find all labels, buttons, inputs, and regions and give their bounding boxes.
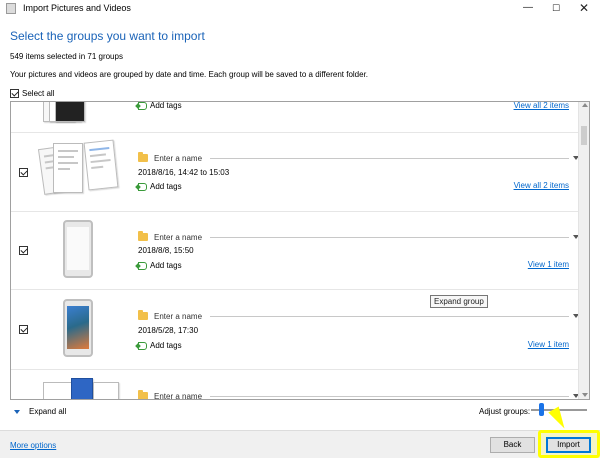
- back-button[interactable]: Back: [490, 437, 535, 453]
- expand-group-tooltip: Expand group: [430, 295, 488, 308]
- more-options-link[interactable]: More options: [10, 441, 56, 450]
- import-button[interactable]: Import: [546, 437, 591, 453]
- folder-icon: [138, 310, 148, 320]
- selection-count: 549 items selected in 71 groups: [10, 52, 123, 61]
- name-underline: [210, 157, 569, 159]
- view-items-link[interactable]: View all 2 items: [514, 102, 569, 110]
- page-heading: Select the groups you want to import: [10, 29, 205, 43]
- group-name-placeholder: Enter a name: [154, 391, 203, 400]
- group-list: Add tags View all 2 items Enter a name 2…: [10, 101, 590, 400]
- add-tags[interactable]: Add tags: [138, 182, 182, 191]
- window-title: Import Pictures and Videos: [23, 3, 131, 13]
- adjust-groups-label: Adjust groups:: [479, 407, 531, 416]
- group-checkbox[interactable]: [19, 246, 28, 255]
- group-name-field[interactable]: Enter a name: [138, 310, 579, 322]
- folder-icon: [138, 152, 148, 162]
- phone-screen: [67, 306, 89, 349]
- expand-all-button[interactable]: Expand all: [14, 407, 66, 416]
- minimize-button[interactable]: —: [513, 0, 543, 17]
- add-tags-label: Add tags: [150, 182, 182, 191]
- group-date: 2018/8/16, 14:42 to 15:03: [138, 168, 230, 177]
- scroll-thumb[interactable]: [581, 126, 587, 145]
- group-name-placeholder: Enter a name: [154, 232, 203, 242]
- group-name-field[interactable]: Enter a name: [138, 231, 579, 243]
- title-bar: Import Pictures and Videos — ☐ ✕: [0, 0, 600, 17]
- view-items-link[interactable]: View all 2 items: [514, 181, 569, 190]
- group-row: Enter a name 2018/5/28, 17:30 Add tags V…: [11, 290, 579, 370]
- group-row: Add tags View all 2 items: [11, 101, 579, 133]
- group-name-placeholder: Enter a name: [154, 153, 203, 163]
- scroll-down-icon[interactable]: [582, 393, 588, 397]
- group-row: Enter a name: [11, 370, 579, 400]
- scroll-up-icon[interactable]: [582, 103, 588, 107]
- tag-icon: [138, 261, 147, 270]
- group-row: Enter a name 2018/8/16, 14:42 to 15:03 A…: [11, 133, 579, 212]
- name-underline: [210, 315, 569, 317]
- phone-screen: [67, 227, 89, 270]
- tag-icon: [138, 182, 147, 191]
- tag-icon: [138, 102, 147, 110]
- group-name-placeholder: Enter a name: [154, 311, 203, 321]
- close-button[interactable]: ✕: [569, 0, 599, 17]
- expand-all-label: Expand all: [29, 407, 67, 416]
- folder-icon: [138, 231, 148, 241]
- name-underline: [210, 395, 569, 397]
- select-all-checkbox[interactable]: Select all: [10, 89, 54, 98]
- maximize-button[interactable]: ☐: [541, 0, 571, 17]
- group-checkbox[interactable]: [19, 168, 28, 177]
- vertical-scrollbar[interactable]: [578, 102, 589, 399]
- tag-icon: [138, 341, 147, 350]
- add-tags[interactable]: Add tags: [138, 341, 182, 350]
- add-tags-label: Add tags: [150, 261, 182, 270]
- add-tags[interactable]: Add tags: [138, 101, 182, 110]
- select-all-label: Select all: [22, 89, 55, 98]
- grouping-description: Your pictures and videos are grouped by …: [10, 70, 369, 79]
- group-name-field[interactable]: Enter a name: [138, 390, 579, 400]
- slider-handle[interactable]: [539, 403, 544, 416]
- folder-icon: [138, 390, 148, 399]
- checkbox-icon[interactable]: [10, 89, 19, 98]
- add-tags-label: Add tags: [150, 101, 182, 110]
- group-checkbox[interactable]: [19, 325, 28, 334]
- group-name-field[interactable]: Enter a name: [138, 152, 579, 164]
- view-items-link[interactable]: View 1 item: [528, 340, 569, 349]
- add-tags-label: Add tags: [150, 341, 182, 350]
- group-row: Enter a name 2018/8/8, 15:50 Add tags Vi…: [11, 212, 579, 290]
- chevron-down-icon: [14, 409, 20, 414]
- group-date: 2018/5/28, 17:30: [138, 326, 199, 335]
- app-icon: [6, 3, 16, 14]
- group-date: 2018/8/8, 15:50: [138, 246, 194, 255]
- add-tags[interactable]: Add tags: [138, 261, 182, 270]
- view-items-link[interactable]: View 1 item: [528, 260, 569, 269]
- name-underline: [210, 236, 569, 238]
